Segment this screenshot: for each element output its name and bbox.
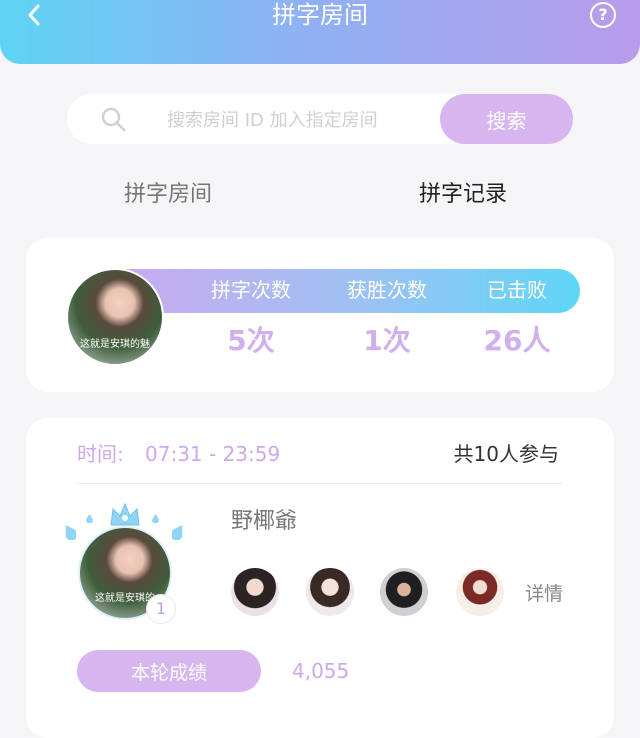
record-card: 时间: 07:31 - 23:59 共10人参与 这就是安琪的 1 野椰爺 详情…	[26, 418, 614, 738]
round-score-button[interactable]: 本轮成绩	[77, 650, 261, 692]
stat-label-spell-count: 拼字次数	[211, 278, 291, 302]
avatar-caption: 这就是安琪的魅	[80, 339, 150, 350]
search-button[interactable]: 搜索	[440, 94, 573, 144]
drop-icon	[172, 525, 183, 540]
stat-value-defeated: 26人	[483, 324, 551, 357]
summary-card: 这就是安琪的魅 拼字次数 获胜次数 已击败 5次 1次 26人	[26, 238, 614, 392]
stat-label-defeated: 已击败	[487, 278, 547, 302]
tab-rooms[interactable]: 拼字房间	[124, 180, 212, 210]
page-title: 拼字房间	[272, 1, 368, 29]
details-link[interactable]: 详情	[525, 581, 563, 607]
participant-avatar[interactable]	[380, 568, 428, 616]
stat-label-wins: 获胜次数	[347, 278, 427, 302]
participant-count: 共10人参与	[453, 442, 559, 466]
drop-icon	[152, 514, 159, 523]
round-score-value: 4,055	[292, 659, 350, 683]
rank-badge: 1	[146, 594, 176, 624]
header-bar: 拼字房间 ?	[0, 0, 640, 64]
stat-value-wins: 1次	[363, 324, 411, 357]
drop-icon	[65, 525, 76, 540]
participant-avatar[interactable]	[231, 568, 279, 616]
drop-icon	[86, 514, 93, 523]
search-icon	[101, 107, 126, 132]
participant-avatar[interactable]	[456, 568, 504, 616]
help-icon[interactable]: ?	[590, 2, 616, 28]
tab-records[interactable]: 拼字记录	[419, 180, 507, 210]
stat-value-spell-count: 5次	[227, 324, 275, 357]
time-label: 时间:	[77, 442, 124, 466]
crown-icon	[110, 502, 140, 526]
username: 野椰爺	[231, 509, 298, 534]
avatar: 这就是安琪的魅	[66, 268, 164, 366]
search-input[interactable]	[165, 104, 429, 136]
divider	[76, 483, 563, 484]
participant-avatar[interactable]	[306, 568, 354, 616]
time-range: 07:31 - 23:59	[145, 442, 281, 466]
